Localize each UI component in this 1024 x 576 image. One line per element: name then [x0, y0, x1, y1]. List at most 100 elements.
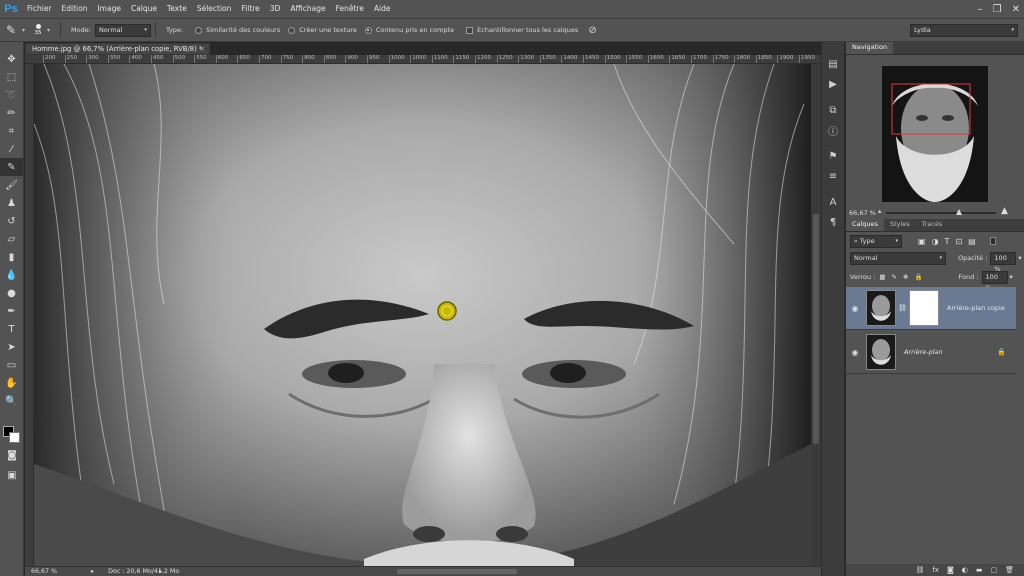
history-panel-icon[interactable]: ▤ — [822, 54, 844, 74]
actions-panel-icon[interactable]: ▶ — [822, 74, 844, 94]
spot-healing-brush-icon[interactable]: ✎ — [0, 23, 22, 37]
filter-shape-icon[interactable]: ⊡ — [955, 237, 962, 246]
checkbox-sample-all-layers[interactable]: Echantillonner tous les calques — [466, 26, 578, 34]
checkbox[interactable] — [466, 26, 474, 34]
screen-mode-icon[interactable]: ▣ — [0, 466, 24, 484]
character-panel-icon[interactable]: A — [822, 192, 844, 212]
pressure-icon[interactable]: ⊘ — [588, 25, 596, 36]
mask-link-icon[interactable]: ⛓ — [898, 304, 907, 312]
horizontal-scroll-thumb[interactable] — [397, 569, 517, 574]
radio-content-aware[interactable]: Contenu pris en compte — [364, 26, 454, 34]
info-panel-icon[interactable]: ⓘ — [822, 120, 844, 140]
close-icon[interactable]: ✕ — [1012, 4, 1020, 15]
path-selection-tool-icon[interactable]: ➤ — [0, 338, 23, 356]
workspace-select[interactable]: Lydia ▾ — [910, 24, 1018, 37]
tab-calques[interactable]: Calques — [846, 219, 884, 231]
menu-aide[interactable]: Aide — [369, 0, 396, 18]
new-layer-icon[interactable]: ▢ — [990, 566, 997, 574]
layer-style-icon[interactable]: fx — [932, 566, 939, 574]
brush-panel-icon[interactable]: ⚑ — [822, 146, 844, 166]
fill-dropdown-icon[interactable]: ▾ — [1010, 273, 1013, 281]
new-adjustment-icon[interactable]: ◐ — [962, 566, 968, 574]
radio-button-selected[interactable] — [364, 26, 372, 34]
new-group-icon[interactable]: ▬ — [976, 566, 983, 574]
eye-icon[interactable]: ◉ — [846, 348, 864, 357]
zoom-slider-knob[interactable] — [956, 209, 962, 215]
tab-styles[interactable]: Styles — [884, 219, 916, 231]
type-tool-icon[interactable]: T — [0, 320, 23, 338]
radio-button[interactable] — [195, 26, 203, 34]
quick-selection-tool-icon[interactable]: ✏ — [0, 104, 23, 122]
layer-comps-icon[interactable]: ⧉ — [822, 100, 844, 120]
minimize-icon[interactable]: – — [978, 4, 983, 15]
gradient-tool-icon[interactable]: ▮ — [0, 248, 23, 266]
eye-icon[interactable]: ◉ — [846, 304, 864, 313]
blur-tool-icon[interactable]: 💧 — [0, 266, 23, 284]
navigator-zoom-value[interactable]: 66,67 % — [849, 209, 876, 217]
trash-icon[interactable]: 🗑 — [1005, 566, 1014, 574]
image-canvas[interactable] — [34, 64, 811, 566]
brush-tool-icon[interactable]: 🖌 — [0, 176, 23, 194]
menu-selection[interactable]: Sélection — [192, 0, 237, 18]
menu-fichier[interactable]: Fichier — [22, 0, 57, 18]
menu-image[interactable]: Image — [92, 0, 126, 18]
quick-mask-icon[interactable]: ◙ — [0, 446, 24, 464]
marquee-tool-icon[interactable]: ⬚ — [0, 68, 23, 86]
pen-tool-icon[interactable]: ✒ — [0, 302, 23, 320]
zoom-tool-icon[interactable]: 🔍 — [0, 392, 23, 410]
status-arrow-icon[interactable]: ▸ — [91, 568, 94, 575]
vertical-scrollbar[interactable] — [811, 64, 821, 566]
navigator-zoom-slider[interactable] — [886, 209, 996, 215]
lock-pixels-icon[interactable]: ✎ — [892, 273, 897, 281]
tool-preset-caret-icon[interactable]: ▾ — [22, 27, 25, 34]
opacity-dropdown-icon[interactable]: ▾ — [1018, 254, 1021, 262]
hand-tool-icon[interactable]: ✋ — [0, 374, 23, 392]
tab-navigation[interactable]: Navigation — [846, 42, 894, 54]
lock-transparency-icon[interactable]: ▦ — [879, 273, 885, 281]
eyedropper-tool-icon[interactable]: ⁄ — [0, 140, 23, 158]
filter-image-icon[interactable]: ▣ — [918, 237, 926, 246]
navigator-thumbnail[interactable] — [882, 66, 988, 202]
radio-button[interactable] — [288, 26, 296, 34]
radio-similarity[interactable]: Similarité des couleurs — [195, 26, 280, 34]
filter-adjustment-icon[interactable]: ◑ — [932, 237, 939, 246]
document-tab[interactable]: Homme.jpg @ 66,7% (Arrière-plan copie, R… — [25, 43, 210, 55]
layer-row[interactable]: ◉ ⛓ Arrière-plan copie — [846, 287, 1016, 330]
spot-healing-tool-icon[interactable]: ✎ — [0, 158, 23, 176]
zoom-in-icon[interactable]: ▲ — [1001, 206, 1008, 216]
lock-all-icon[interactable]: 🔒 — [914, 273, 922, 281]
background-color-swatch[interactable] — [9, 432, 20, 443]
layer-thumbnail[interactable] — [866, 334, 896, 370]
dodge-tool-icon[interactable]: ● — [0, 284, 23, 302]
clone-stamp-tool-icon[interactable]: ♟ — [0, 194, 23, 212]
menu-calque[interactable]: Calque — [126, 0, 162, 18]
restore-icon[interactable]: ❐ — [993, 4, 1002, 15]
move-tool-icon[interactable]: ✥ — [0, 50, 23, 68]
menu-fenetre[interactable]: Fenêtre — [331, 0, 369, 18]
fill-field[interactable]: 100 % — [981, 270, 1008, 292]
adjustments-panel-icon[interactable]: ≡ — [822, 166, 844, 186]
layer-name[interactable]: Arrière-plan copie — [947, 304, 1005, 312]
status-menu-arrow-icon[interactable]: ▸ — [159, 568, 162, 575]
radio-texture[interactable]: Créer une texture — [288, 26, 357, 34]
add-mask-icon[interactable]: ◙ — [947, 566, 954, 574]
layer-filter-select[interactable]: ⌕ Type ▾ — [850, 234, 902, 248]
filter-smart-object-icon[interactable]: ▤ — [968, 237, 976, 246]
paragraph-panel-icon[interactable]: ¶ — [822, 212, 844, 232]
layer-mask-thumbnail[interactable] — [908, 290, 939, 326]
lasso-tool-icon[interactable]: ➰ — [0, 86, 23, 104]
brush-picker[interactable]: 35 — [31, 21, 45, 39]
tab-traces[interactable]: Tracés — [916, 219, 949, 231]
menu-edition[interactable]: Edition — [57, 0, 93, 18]
layer-row[interactable]: ◉ Arrière-plan 🔒 — [846, 331, 1016, 374]
filter-type-icon[interactable]: T — [945, 237, 950, 246]
layer-thumbnail[interactable] — [866, 290, 896, 326]
menu-texte[interactable]: Texte — [162, 0, 192, 18]
crop-tool-icon[interactable]: ⌗ — [0, 122, 23, 140]
layer-name[interactable]: Arrière-plan — [904, 348, 943, 356]
close-tab-icon[interactable]: × — [199, 44, 205, 55]
tools-grip[interactable] — [0, 42, 23, 50]
menu-affichage[interactable]: Affichage — [285, 0, 330, 18]
history-brush-tool-icon[interactable]: ↺ — [0, 212, 23, 230]
filter-toggle[interactable] — [989, 237, 996, 245]
